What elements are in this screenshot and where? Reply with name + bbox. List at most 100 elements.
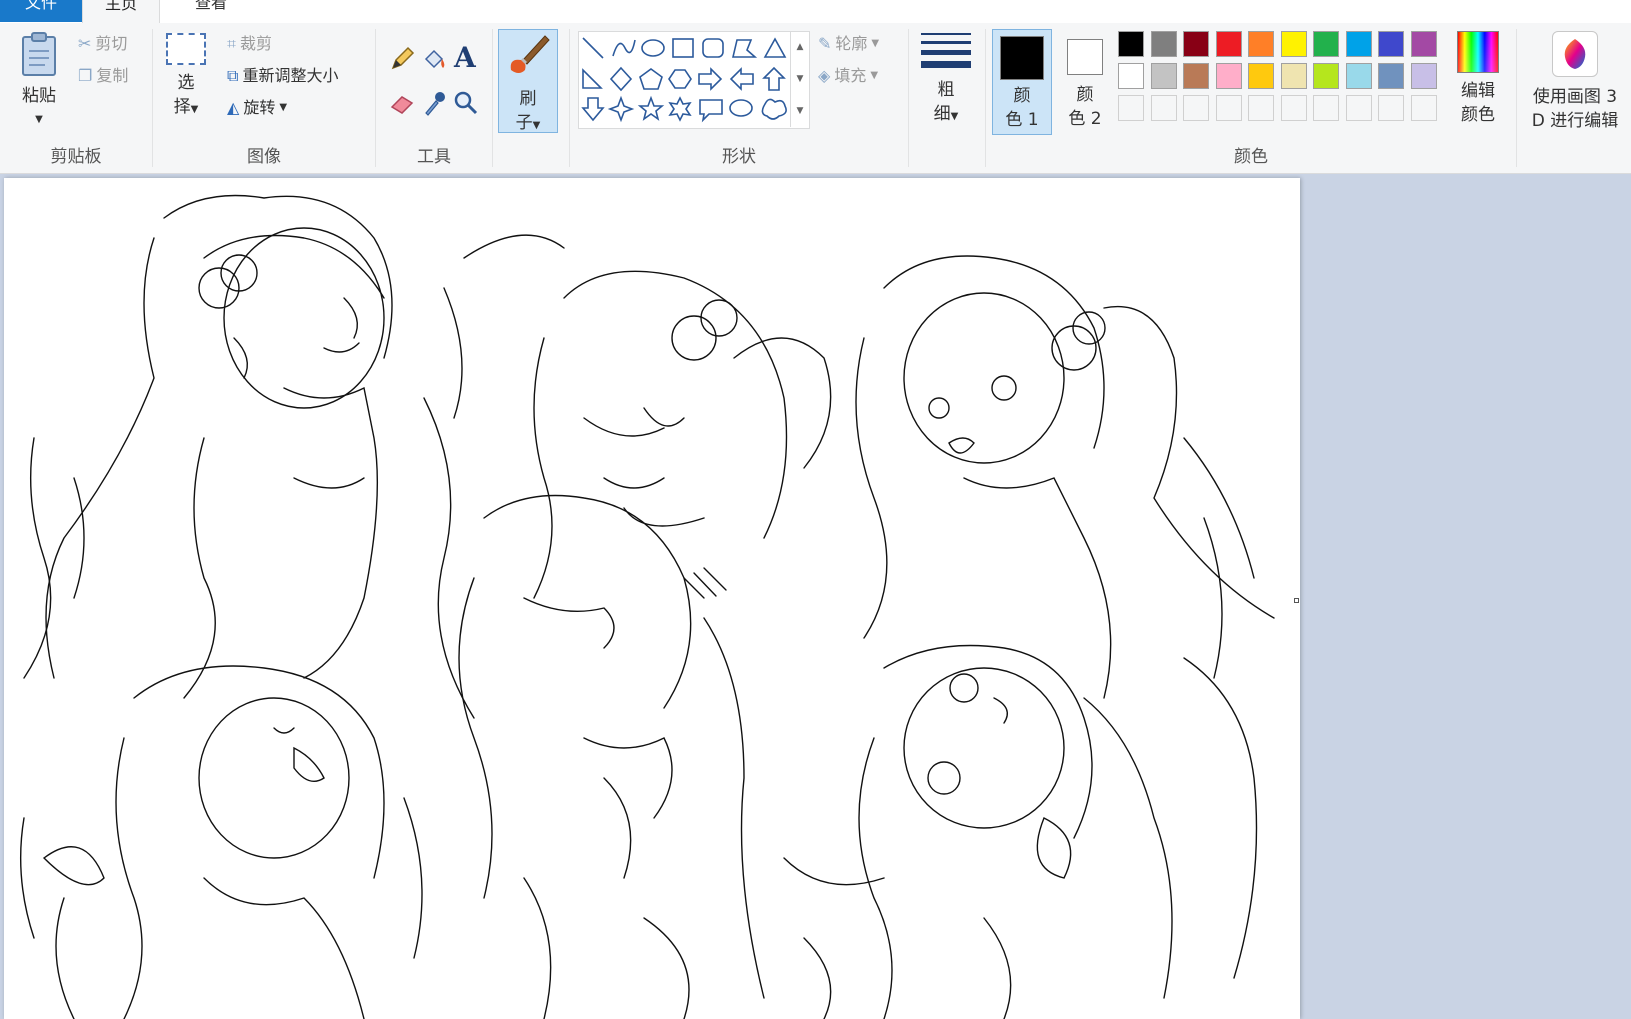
shapes-gallery [578, 31, 810, 129]
paste-button[interactable]: 粘贴 ▼ [14, 31, 64, 132]
color1-button[interactable]: 颜 色 1 [992, 29, 1052, 135]
palette-swatch[interactable] [1248, 31, 1274, 57]
shape-curve [612, 39, 636, 57]
color2-button[interactable]: 颜 色 2 [1056, 29, 1114, 135]
outline-label: 轮廓 [835, 34, 868, 53]
cut-label: 剪切 [95, 34, 128, 53]
color1-label-2: 色 1 [1005, 110, 1039, 130]
shape-triangle [763, 37, 787, 58]
shapes-grid [581, 37, 787, 123]
palette-swatch[interactable] [1118, 63, 1144, 89]
shape-diamond [609, 66, 633, 92]
palette-swatch-empty[interactable] [1215, 95, 1242, 121]
tab-view[interactable]: 查看 [176, 0, 246, 22]
rotate-button[interactable]: ◭ 旋转 ▼ [227, 97, 287, 119]
resize-button[interactable]: ⧉ 重新调整大小 [227, 65, 338, 87]
palette-swatch-empty[interactable] [1118, 95, 1144, 121]
tab-file[interactable]: 文件 [0, 0, 82, 22]
palette-swatch[interactable] [1150, 31, 1177, 57]
fill-bucket-icon[interactable] [420, 45, 448, 73]
shape-up-arrow [762, 66, 786, 91]
rotate-label: 旋转 [243, 98, 276, 117]
eraser-icon[interactable] [388, 89, 416, 117]
palette-swatch-empty[interactable] [1183, 95, 1209, 121]
outline-button[interactable]: ✎ 轮廓 ▼ [818, 33, 879, 55]
text-tool-icon[interactable]: A [454, 41, 476, 74]
chevron-down-icon: ▼ [870, 70, 879, 81]
palette-swatch-empty[interactable] [1248, 95, 1274, 121]
group-paint3d: 使用画图 3 D 进行编辑 [1517, 23, 1631, 173]
ribbon: 粘贴 ▼ ✂ 剪切 ❐ 复制 剪贴板 选 择▼ ⌗ 裁剪 ⧉ 重新调整大小 ◭ [0, 23, 1631, 174]
edit-colors-label-2: 颜色 [1461, 105, 1495, 125]
copy-label: 复制 [96, 66, 129, 85]
color2-label-2: 色 2 [1068, 109, 1102, 129]
palette-swatch[interactable] [1183, 31, 1209, 57]
color2-swatch [1067, 39, 1103, 75]
palette-swatch-empty[interactable] [1313, 95, 1339, 121]
palette-swatch[interactable] [1280, 63, 1307, 89]
shape-five-point-star [637, 95, 665, 121]
shape-six-point-star [668, 96, 692, 122]
palette-swatch-empty[interactable] [1345, 95, 1372, 121]
edit-colors-label-1: 编辑 [1461, 81, 1495, 101]
group-size: 粗 细▼ [909, 23, 985, 173]
shape-right-arrow [698, 67, 723, 91]
palette-swatch-empty[interactable] [1410, 95, 1437, 121]
expand-gallery-icon[interactable]: ▼ [791, 95, 809, 127]
resize-label: 重新调整大小 [242, 66, 339, 85]
copy-button[interactable]: ❐ 复制 [78, 65, 128, 87]
palette-swatch[interactable] [1248, 63, 1274, 89]
cut-button[interactable]: ✂ 剪切 [78, 33, 127, 55]
scroll-down-icon[interactable]: ▼ [791, 63, 809, 95]
tab-home[interactable]: 主页 [82, 0, 160, 24]
fill-button[interactable]: ◈ 填充 ▼ [818, 65, 878, 87]
group-label-colors: 颜色 [1234, 147, 1268, 167]
palette-swatch[interactable] [1313, 63, 1339, 89]
palette-swatch[interactable] [1313, 31, 1339, 57]
select-label-2: 择▼ [173, 97, 199, 117]
pencil-icon[interactable] [388, 45, 416, 73]
shape-oval-callout [729, 99, 753, 117]
palette-swatch[interactable] [1345, 63, 1372, 89]
scissors-icon: ✂ [78, 34, 92, 53]
shapes-scrollbar[interactable]: ▲ ▼ ▼ [790, 31, 809, 127]
palette-swatch[interactable] [1183, 63, 1209, 89]
scroll-up-icon[interactable]: ▲ [791, 31, 809, 63]
rotate-icon: ◭ [227, 98, 240, 117]
edit-colors-button[interactable]: 编辑 颜色 [1448, 31, 1508, 127]
select-button[interactable]: 选 择▼ [163, 33, 209, 122]
palette-swatch-empty[interactable] [1280, 95, 1307, 121]
size-label-1: 粗 [937, 80, 955, 100]
palette-swatch[interactable] [1118, 31, 1144, 57]
palette-swatch[interactable] [1378, 31, 1404, 57]
palette-swatch-empty[interactable] [1150, 95, 1177, 121]
group-brushes: 刷 子▼ [493, 23, 569, 173]
palette-swatch[interactable] [1410, 31, 1437, 57]
group-label-shapes: 形状 [722, 147, 756, 167]
paint3d-icon [1552, 31, 1598, 77]
brushes-label-2: 子▼ [515, 113, 541, 133]
palette-swatch[interactable] [1280, 31, 1307, 57]
color-picker-icon[interactable] [420, 89, 448, 117]
fill-icon: ◈ [818, 66, 831, 85]
palette-swatch[interactable] [1345, 31, 1372, 57]
size-button[interactable]: 粗 细▼ [917, 33, 975, 129]
palette-swatch[interactable] [1150, 63, 1177, 89]
palette-swatch[interactable] [1378, 63, 1404, 89]
paint3d-button[interactable]: 使用画图 3 D 进行编辑 [1521, 31, 1629, 133]
drawing-canvas[interactable] [4, 178, 1300, 1019]
color-spectrum-icon [1457, 31, 1499, 73]
palette-swatch[interactable] [1215, 63, 1242, 89]
crop-button[interactable]: ⌗ 裁剪 [227, 33, 272, 55]
brushes-button[interactable]: 刷 子▼ [498, 29, 558, 133]
crop-label: 裁剪 [240, 34, 273, 53]
line-art-drawing [19, 194, 1275, 1019]
palette-swatch-empty[interactable] [1378, 95, 1404, 121]
magnifier-icon[interactable] [452, 89, 480, 117]
ribbon-tab-bar: 文件 主页 查看 [0, 0, 1631, 24]
canvas-resize-handle-right[interactable] [1294, 598, 1299, 603]
resize-icon: ⧉ [227, 66, 239, 85]
paint3d-label-2: D 进行编辑 [1531, 111, 1619, 131]
palette-swatch[interactable] [1410, 63, 1437, 89]
palette-swatch[interactable] [1215, 31, 1242, 57]
